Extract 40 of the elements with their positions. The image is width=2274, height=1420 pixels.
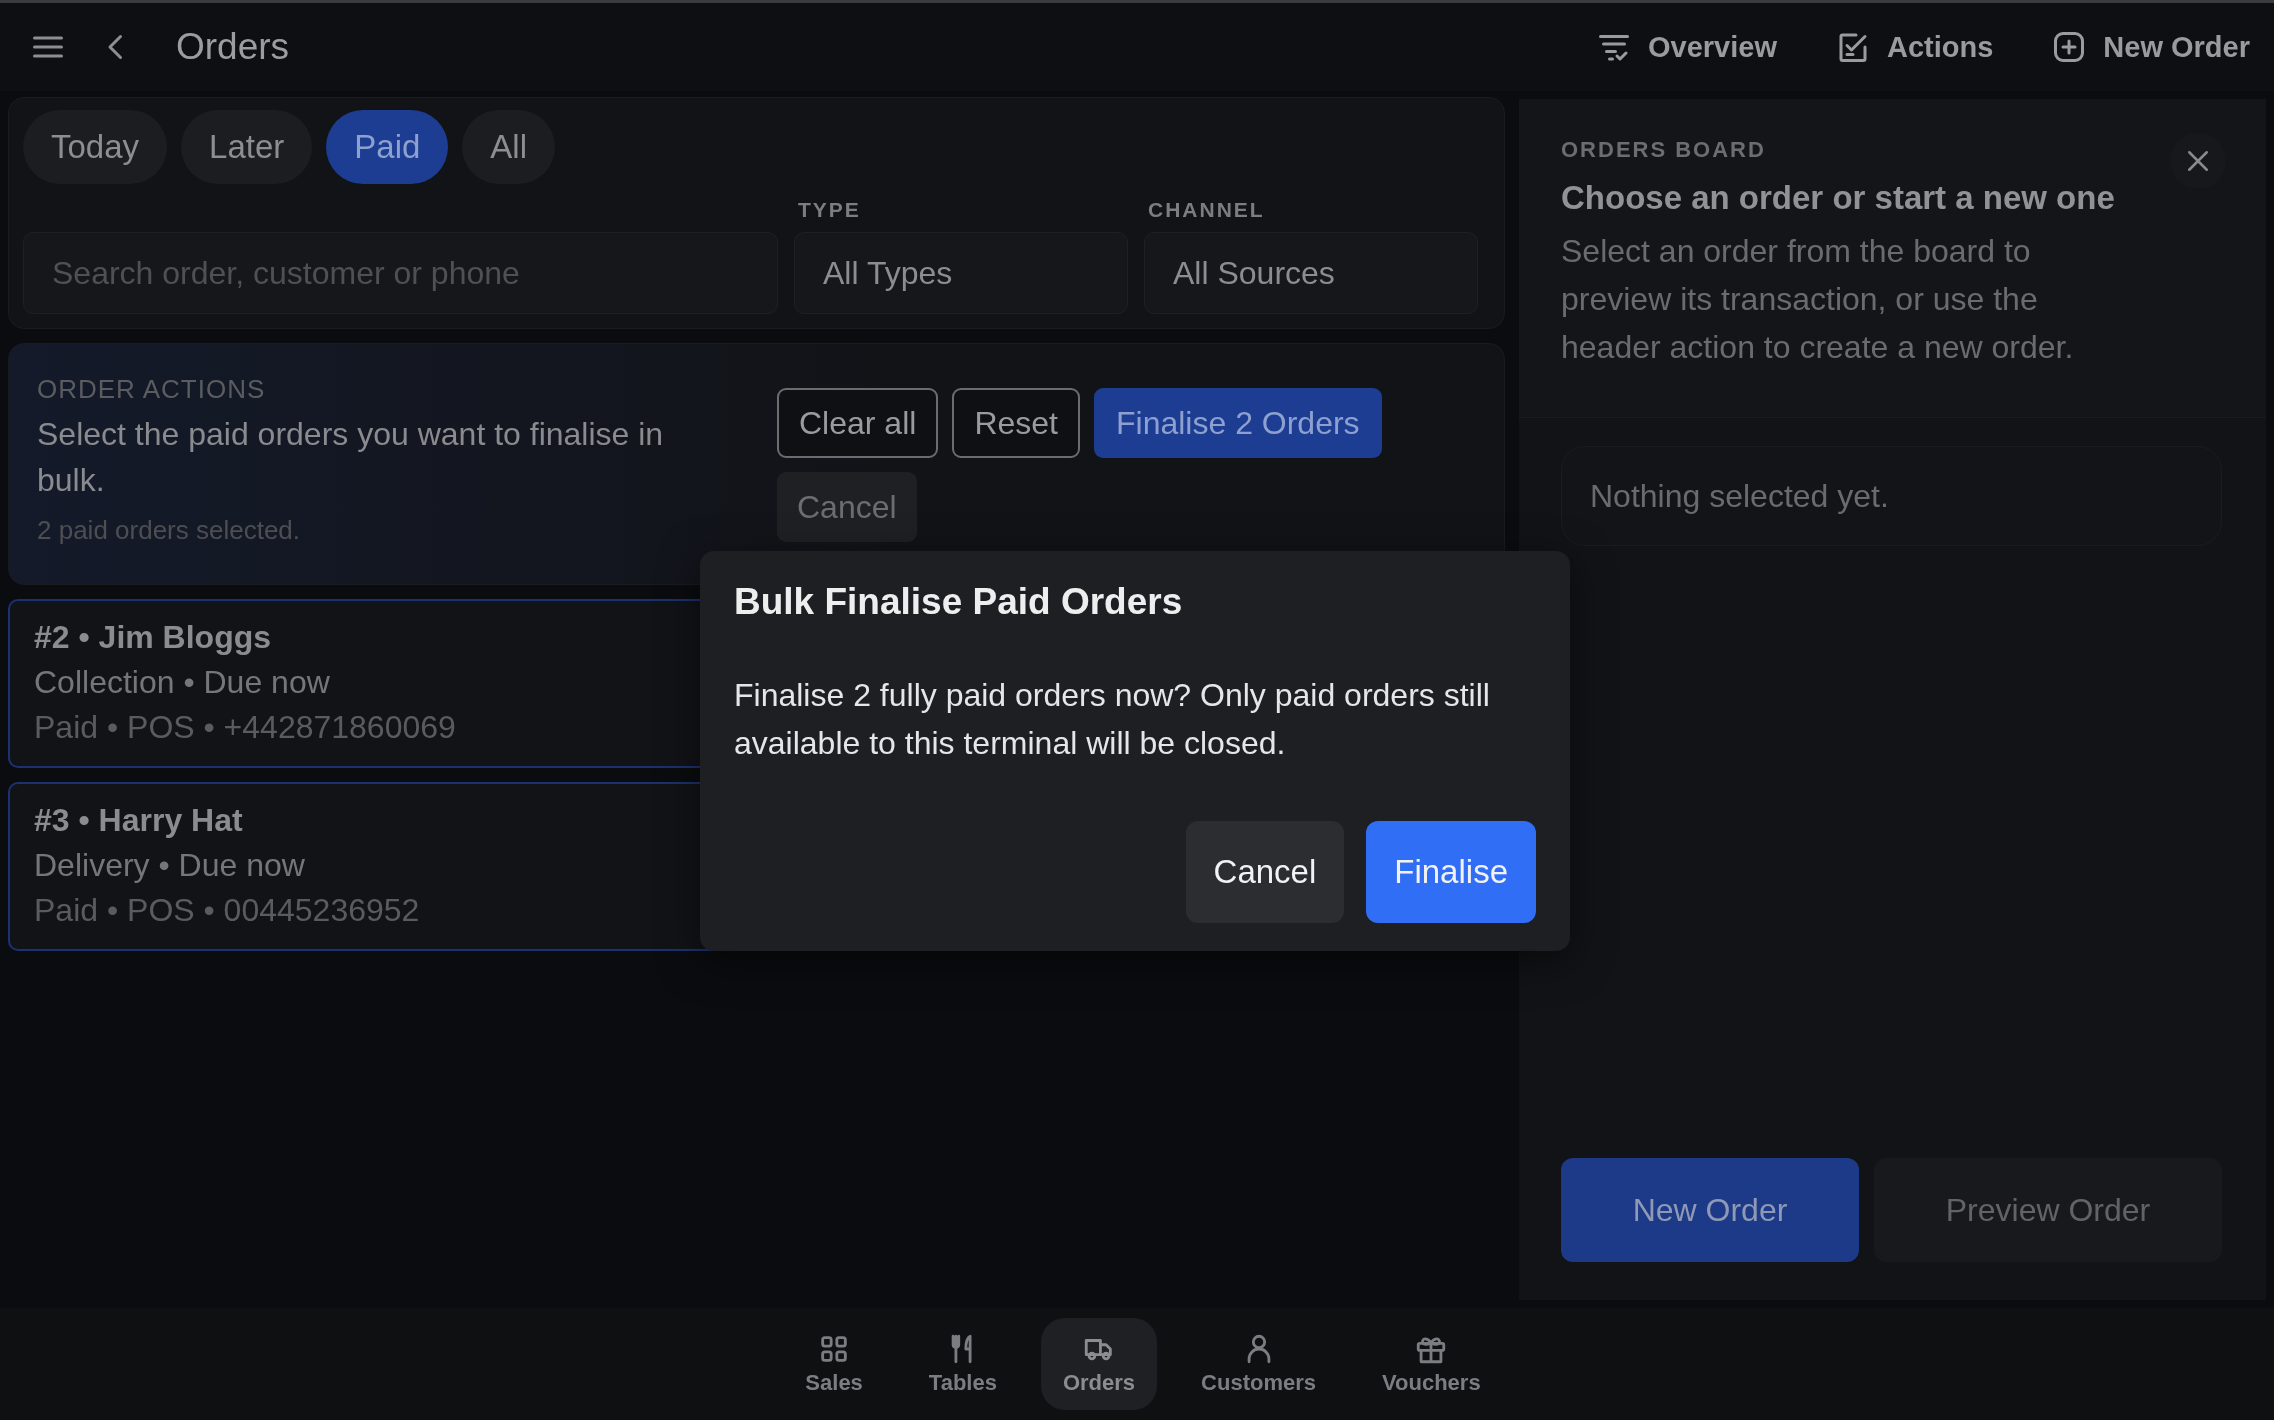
order-meta: Paid • POS • 00445236952 xyxy=(34,892,420,929)
nav-tab[interactable]: Customers xyxy=(1179,1318,1338,1410)
order-meta: Paid • POS • +442871860069 xyxy=(34,709,456,746)
panel-heading: Choose an order or start a new one xyxy=(1561,179,2116,217)
order-details: Delivery • Due now xyxy=(34,847,305,884)
search-field[interactable]: Search order, customer or phone xyxy=(23,232,778,314)
field-label: CHANNEL xyxy=(1147,198,1266,222)
panel-button[interactable]: New Order xyxy=(1561,1158,1859,1262)
dialog-button[interactable]: Finalise xyxy=(1366,821,1536,923)
panel-button[interactable]: Preview Order xyxy=(1874,1158,2222,1262)
dropdown[interactable]: All Sources xyxy=(1144,232,1478,314)
field-label: TYPE xyxy=(797,198,862,222)
order-title: #3 • Harry Hat xyxy=(34,802,243,839)
action-button[interactable]: Finalise 2 Orders xyxy=(1093,388,1382,458)
filter-tab[interactable]: Paid xyxy=(326,110,449,184)
header-action-button[interactable]: New Order xyxy=(2051,29,2250,65)
action-button[interactable]: Cancel xyxy=(777,472,917,542)
description-text: Select an order from the board to preview its transaction, or use the header action to create a new order. xyxy=(1561,232,2075,367)
empty-state-box: Nothing selected yet. xyxy=(1561,446,2222,546)
nav-tab[interactable]: Vouchers xyxy=(1360,1318,1503,1410)
filter-tab[interactable]: Later xyxy=(181,110,313,184)
order-details: Collection • Due now xyxy=(34,664,330,701)
nav-tab[interactable]: Tables xyxy=(906,1318,1019,1410)
dropdown[interactable]: All Types xyxy=(794,232,1128,314)
section-label: ORDER ACTIONS xyxy=(37,374,267,405)
dialog-button[interactable]: Cancel xyxy=(1185,821,1345,923)
nav-tab[interactable]: Sales xyxy=(783,1318,885,1410)
dialog-message: Finalise 2 fully paid orders now? Only paid orders still available to this terminal will be closed. xyxy=(734,676,1491,763)
description-text: Select the paid orders you want to finalise in bulk. xyxy=(37,415,665,500)
action-button[interactable]: Reset xyxy=(952,388,1080,458)
filter-tab[interactable]: All xyxy=(462,110,556,184)
order-title: #2 • Jim Bloggs xyxy=(34,619,272,656)
header-action-button[interactable]: Overview xyxy=(1596,29,1777,65)
page-title: Orders xyxy=(176,26,290,68)
filter-tab[interactable]: Today xyxy=(23,110,168,184)
action-button[interactable]: Clear all xyxy=(777,388,939,458)
header-action-button[interactable]: Actions xyxy=(1835,29,1994,65)
nav-tab[interactable]: Orders xyxy=(1040,1318,1158,1410)
selection-count: 2 paid orders selected. xyxy=(37,515,302,546)
section-label: ORDERS BOARD xyxy=(1561,137,1766,163)
